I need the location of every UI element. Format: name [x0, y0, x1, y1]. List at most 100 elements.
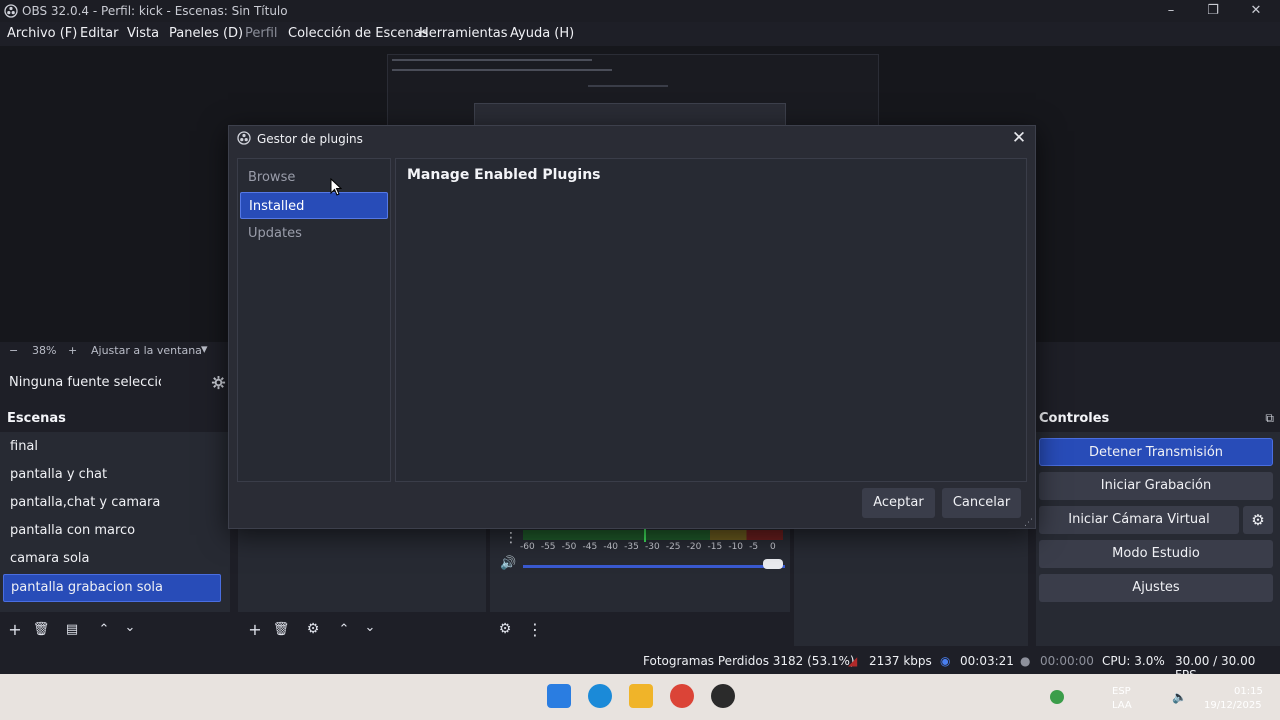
- windows-start-icon[interactable]: [547, 684, 571, 708]
- plugin-nav-list: Browse Installed Updates: [237, 158, 391, 482]
- obs-taskbar-icon[interactable]: [711, 684, 735, 708]
- status-bar: Fotogramas Perdidos 3182 (53.1%) ◢ 2137 …: [0, 648, 1280, 682]
- gear-icon[interactable]: [211, 375, 226, 390]
- menu-paneles[interactable]: Paneles (D): [169, 26, 243, 41]
- studio-mode-button[interactable]: Modo Estudio: [1039, 540, 1273, 568]
- mixer-toolbar: ⚙ ⋮: [490, 612, 790, 646]
- meter-tick-label: -30: [645, 542, 660, 552]
- menu-ayuda[interactable]: Ayuda (H): [510, 26, 574, 41]
- menu-archivo[interactable]: Archivo (F): [7, 26, 77, 41]
- menu-perfil[interactable]: Perfil: [245, 26, 278, 41]
- gear-icon[interactable]: ⚙: [1243, 506, 1273, 534]
- zoom-bar: − 38% + Ajustar a la ventana ▾: [0, 342, 230, 360]
- window-title: OBS 32.0.4 - Perfil: kick - Escenas: Sin…: [22, 4, 288, 18]
- nav-installed[interactable]: Installed: [240, 192, 388, 219]
- trash-icon[interactable]: 🗑: [272, 622, 290, 637]
- edge-icon[interactable]: [588, 684, 612, 708]
- trash-icon[interactable]: 🗑: [32, 622, 50, 637]
- plugin-content-panel: Manage Enabled Plugins: [395, 158, 1027, 482]
- undock-icon[interactable]: ⧉: [1265, 411, 1274, 426]
- language-label[interactable]: ESP: [1112, 686, 1131, 697]
- meter-tick-label: -40: [603, 542, 619, 552]
- source-toolbar: Ninguna fuente seleccionada: [0, 364, 230, 402]
- controls-header: Controles ⧉: [1036, 406, 1280, 432]
- accept-button[interactable]: Aceptar: [862, 488, 935, 518]
- bitrate: 2137 kbps: [869, 654, 932, 668]
- meter-tick-label: -50: [561, 542, 577, 552]
- add-icon[interactable]: +: [6, 620, 24, 639]
- meter-tick-label: -35: [624, 542, 639, 552]
- filter-icon[interactable]: ▤: [63, 622, 81, 637]
- controls-title: Controles: [1039, 411, 1110, 426]
- zoom-in-icon[interactable]: +: [68, 344, 77, 357]
- chevron-down-icon[interactable]: ▾: [201, 342, 208, 357]
- network-icon: ◢: [848, 654, 858, 668]
- scene-item[interactable]: final: [3, 434, 221, 460]
- taskbar: ESP LAA 🔈 01:15 19/12/2025: [0, 674, 1280, 720]
- meter-tick-label: -10: [728, 542, 744, 552]
- resize-grip-icon[interactable]: ⋰: [1024, 518, 1033, 528]
- stream-icon: ◉: [940, 654, 951, 668]
- clock-date: 19/12/2025: [1204, 700, 1262, 711]
- cancel-button[interactable]: Cancelar: [942, 488, 1021, 518]
- meter-tick-label: -60: [520, 542, 535, 552]
- menu-herramientas[interactable]: Herramientas: [419, 26, 508, 41]
- scene-item[interactable]: pantalla y chat: [3, 462, 221, 488]
- preview-screen-capture: [387, 54, 879, 126]
- add-icon[interactable]: +: [246, 620, 264, 639]
- meter-tick-label: -5: [749, 542, 759, 552]
- scene-item[interactable]: pantalla,chat y camara: [3, 490, 221, 516]
- meter-tick-label: -15: [707, 542, 723, 552]
- gear-icon[interactable]: ⚙: [304, 621, 322, 637]
- stream-time: 00:03:21: [960, 654, 1014, 668]
- scene-item[interactable]: pantalla con marco: [3, 518, 221, 544]
- minimize-icon[interactable]: –: [1159, 3, 1183, 19]
- menu-coleccion-escenas[interactable]: Colección de Escenas: [288, 26, 428, 41]
- tray-app-icon[interactable]: [1050, 690, 1064, 704]
- close-icon[interactable]: ✕: [1244, 3, 1268, 19]
- obs-logo-icon: [4, 4, 18, 18]
- start-virtual-camera-button[interactable]: Iniciar Cámara Virtual: [1039, 506, 1239, 534]
- language-sub-label: LAA: [1112, 700, 1132, 711]
- volume-slider-track[interactable]: [523, 565, 785, 568]
- nav-updates[interactable]: Updates: [240, 220, 388, 247]
- controls-dock: Controles ⧉ Detener Transmisión Iniciar …: [1036, 406, 1280, 646]
- chevron-up-icon[interactable]: ⌃: [335, 622, 353, 637]
- meter-tick-label: -25: [665, 542, 681, 552]
- nav-browse[interactable]: Browse: [240, 164, 388, 191]
- close-icon[interactable]: ✕: [1009, 128, 1029, 148]
- stop-stream-button[interactable]: Detener Transmisión: [1039, 438, 1273, 466]
- scene-item[interactable]: camara sola: [3, 546, 221, 572]
- volume-tray-icon[interactable]: 🔈: [1172, 690, 1187, 704]
- zoom-level: 38%: [32, 344, 57, 357]
- maximize-icon[interactable]: ❐: [1201, 3, 1225, 19]
- meter-tick-label: 0: [770, 542, 776, 552]
- menu-editar[interactable]: Editar: [80, 26, 119, 41]
- scene-item-selected[interactable]: pantalla grabacion sola: [3, 574, 221, 602]
- settings-button[interactable]: Ajustes: [1039, 574, 1273, 602]
- volume-slider-handle[interactable]: [763, 559, 783, 569]
- speaker-icon[interactable]: 🔊: [500, 556, 516, 571]
- chevron-down-icon[interactable]: ⌄: [361, 620, 379, 635]
- plugin-manager-dialog: Gestor de plugins ✕ Browse Installed Upd…: [228, 125, 1036, 529]
- vertical-dots-icon[interactable]: ⋮: [504, 530, 518, 546]
- meter-tick-label: -20: [686, 542, 702, 552]
- menu-vista[interactable]: Vista: [127, 26, 159, 41]
- file-explorer-icon[interactable]: [629, 684, 653, 708]
- mouse-cursor-icon: [330, 178, 342, 196]
- scenes-header: Escenas: [0, 406, 230, 432]
- zoom-out-icon[interactable]: −: [9, 344, 18, 357]
- no-source-selected-label: Ninguna fuente seleccionada: [9, 375, 161, 390]
- volume-meter: [523, 530, 783, 540]
- title-bar: OBS 32.0.4 - Perfil: kick - Escenas: Sin…: [0, 0, 1280, 22]
- clock-time[interactable]: 01:15: [1234, 686, 1263, 697]
- scenes-title: Escenas: [7, 411, 66, 426]
- chrome-icon[interactable]: [670, 684, 694, 708]
- advanced-audio-icon[interactable]: ⚙: [496, 621, 514, 637]
- start-recording-button[interactable]: Iniciar Grabación: [1039, 472, 1273, 500]
- fit-to-window-label[interactable]: Ajustar a la ventana: [91, 344, 202, 357]
- vertical-dots-icon[interactable]: ⋮: [526, 620, 544, 639]
- chevron-down-icon[interactable]: ⌄: [121, 620, 139, 635]
- chevron-up-icon[interactable]: ⌃: [95, 622, 113, 637]
- scenes-toolbar: + 🗑 ▤ ⌃ ⌄: [0, 612, 230, 646]
